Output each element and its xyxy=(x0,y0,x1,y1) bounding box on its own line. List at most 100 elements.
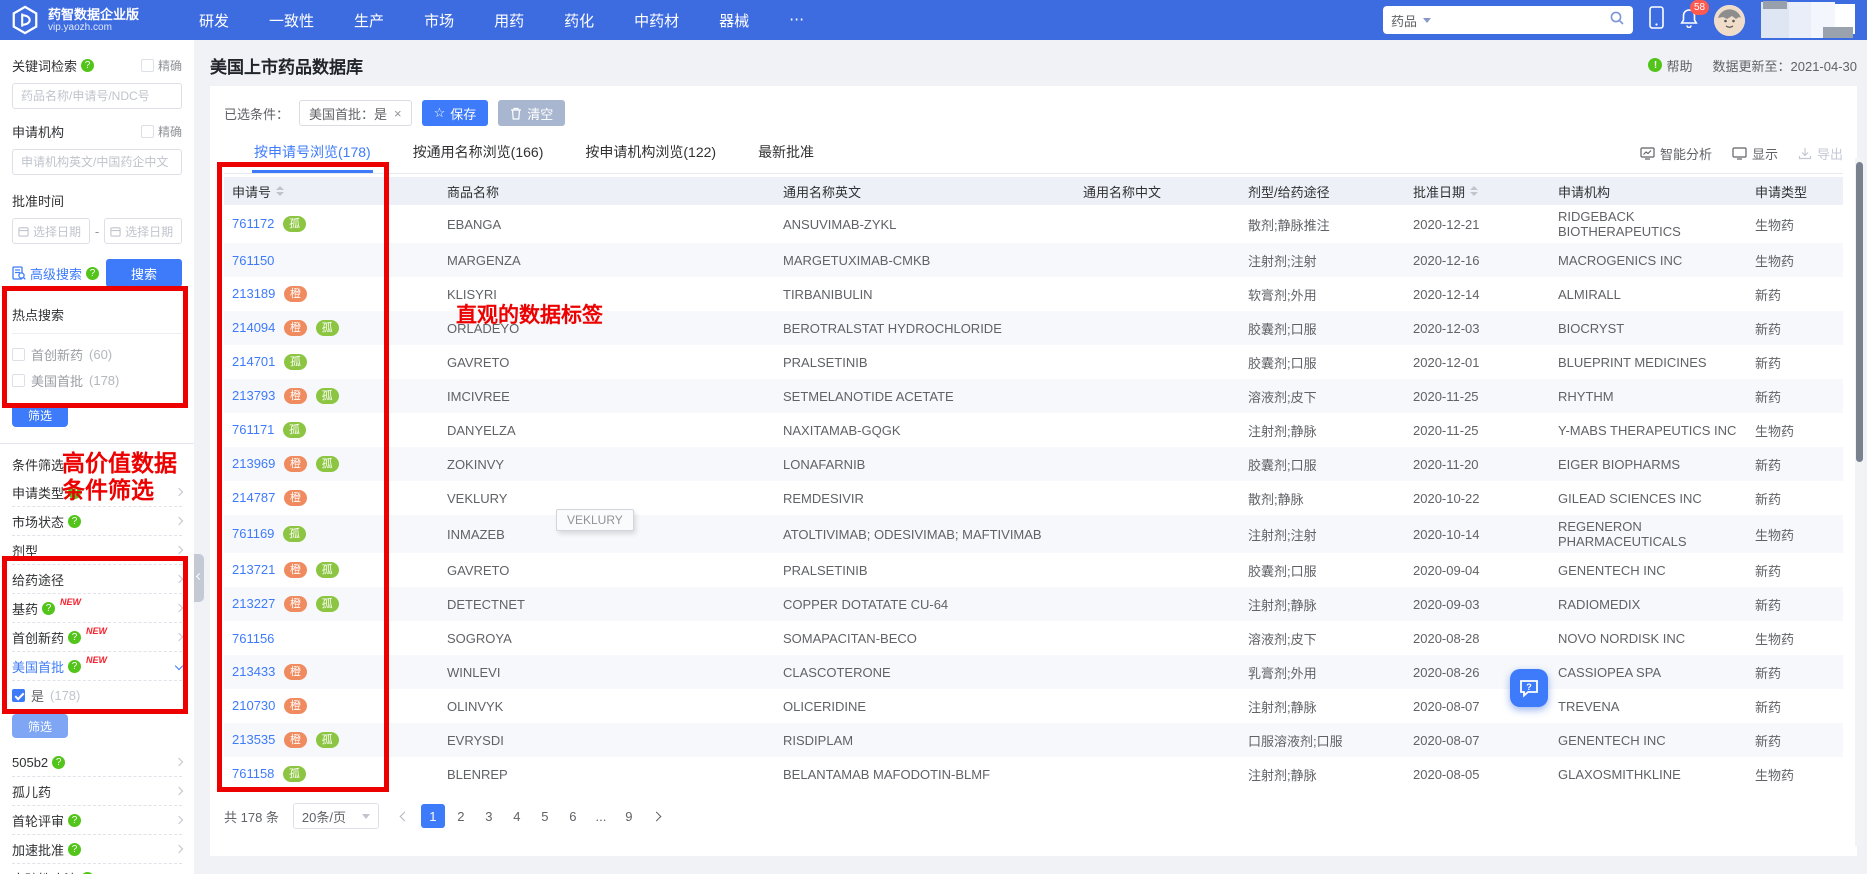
pagination-page[interactable]: 4 xyxy=(505,804,529,828)
nav-menu-item[interactable]: ⋯ xyxy=(789,10,804,31)
nav-menu-item[interactable]: 生产 xyxy=(354,10,384,31)
close-icon[interactable] xyxy=(394,106,402,121)
applicant-search-input[interactable] xyxy=(12,149,182,175)
condition-filter-button[interactable]: 筛选 xyxy=(12,714,68,738)
column-header-application-number[interactable]: 申请号 xyxy=(224,182,439,201)
application-number-link[interactable]: 214094 xyxy=(232,320,275,335)
application-number-link[interactable]: 213189 xyxy=(232,286,275,301)
sidebar-filter-accelerated-approval[interactable]: 加速批准 xyxy=(12,835,184,864)
sidebar-filter-application-type[interactable]: 申请类型 xyxy=(12,478,184,507)
generic-name-cn-cell xyxy=(1075,668,1240,676)
sidebar-filter-breakthrough-therapy[interactable]: 突破性疗法 xyxy=(12,864,184,874)
search-icon[interactable] xyxy=(1609,10,1625,31)
sidebar-filter-orphan-drug[interactable]: 孤儿药 xyxy=(12,777,184,806)
application-number-link[interactable]: 213535 xyxy=(232,732,275,747)
user-avatar[interactable] xyxy=(1714,4,1745,36)
pagination-page-current[interactable]: 1 xyxy=(420,804,445,828)
applicant-exact-checkbox[interactable]: 精确 xyxy=(140,123,182,140)
application-number-link[interactable]: 761169 xyxy=(232,526,274,541)
tab-by-application-number[interactable]: 按申请号浏览(178) xyxy=(252,142,373,173)
search-category-select[interactable]: 药品 xyxy=(1391,11,1432,30)
hot-filter-button[interactable]: 筛选 xyxy=(12,403,68,427)
application-number-link[interactable]: 213969 xyxy=(232,456,275,471)
pagination-page[interactable]: 5 xyxy=(533,804,557,828)
sidebar-filter-market-status[interactable]: 市场状态 xyxy=(12,507,184,536)
customer-service-button[interactable]: ? xyxy=(1510,669,1548,707)
column-header-approval-date[interactable]: 批准日期 xyxy=(1405,182,1550,201)
keyword-search-input[interactable] xyxy=(12,83,182,109)
nav-menu-item[interactable]: 市场 xyxy=(424,10,454,31)
brand-logo[interactable]: 药智数据企业版 vip.yaozh.com xyxy=(10,5,139,35)
application-number-link[interactable]: 761171 xyxy=(232,422,274,437)
pagination-page[interactable]: 2 xyxy=(449,804,473,828)
advanced-search-link[interactable]: 高级搜索 xyxy=(12,264,82,283)
sidebar-filter-505b2[interactable]: 505b2 xyxy=(12,748,184,777)
selected-condition-tag[interactable]: 美国首批：是 xyxy=(299,100,412,126)
calendar-icon xyxy=(110,226,121,237)
sidebar-collapse-handle[interactable] xyxy=(194,554,204,602)
previous-page-button[interactable] xyxy=(393,804,417,828)
vertical-scrollbar-thumb[interactable] xyxy=(1856,162,1863,462)
notification-count-badge: 58 xyxy=(1690,0,1709,15)
sidebar-filter-first-review[interactable]: 首轮评审 xyxy=(12,806,184,835)
us-first-yes-option[interactable]: 是 (178) xyxy=(12,681,182,710)
application-number-link[interactable]: 213433 xyxy=(232,664,275,679)
application-number-link[interactable]: 213227 xyxy=(232,596,275,611)
nav-menu-item[interactable]: 研发 xyxy=(199,10,229,31)
date-picker-end[interactable]: 选择日期 xyxy=(104,218,182,244)
hot-option-us-first[interactable]: 美国首批 (178) xyxy=(12,371,182,390)
sidebar-filter-dosage-form[interactable]: 剂型 xyxy=(12,536,184,565)
keyword-exact-checkbox[interactable]: 精确 xyxy=(140,57,182,74)
pagination-page[interactable]: 9 xyxy=(617,804,641,828)
application-number-link[interactable]: 210730 xyxy=(232,698,275,713)
application-number-link[interactable]: 213721 xyxy=(232,562,275,577)
nav-menu-item[interactable]: 一致性 xyxy=(269,10,314,31)
search-button[interactable]: 搜索 xyxy=(106,259,182,287)
sidebar-filter-us-first-approval[interactable]: 美国首批 NEW xyxy=(12,652,184,681)
sort-icon[interactable] xyxy=(1470,186,1479,196)
application-type-cell: 新药 xyxy=(1755,699,1782,715)
sidebar-filter-essential-drug[interactable]: 基药 NEW xyxy=(12,594,184,623)
tab-by-generic-name[interactable]: 按通用名称浏览(166) xyxy=(411,142,546,173)
application-number-link[interactable]: 214787 xyxy=(232,490,275,505)
generic-name-cn-cell xyxy=(1075,358,1240,366)
help-link[interactable]: 帮助 xyxy=(1648,56,1693,75)
sort-icon[interactable] xyxy=(276,186,285,196)
clear-button[interactable]: 清空 xyxy=(498,100,566,126)
date-picker-start[interactable]: 选择日期 xyxy=(12,218,90,244)
application-number-link[interactable]: 761172 xyxy=(232,216,274,231)
tab-by-applicant[interactable]: 按申请机构浏览(122) xyxy=(583,142,718,173)
vertical-scrollbar-track[interactable] xyxy=(1855,158,1864,846)
nav-menu-item[interactable]: 器械 xyxy=(719,10,749,31)
mobile-app-icon[interactable] xyxy=(1649,6,1664,34)
trade-name-cell: SOGROYA xyxy=(447,630,512,646)
application-number-link[interactable]: 761158 xyxy=(232,766,274,781)
save-button[interactable]: 保存 xyxy=(421,100,489,126)
nav-menu-item[interactable]: 药化 xyxy=(564,10,594,31)
application-number-link[interactable]: 761156 xyxy=(232,631,274,646)
generic-name-en-cell: LONAFARNIB xyxy=(783,456,866,472)
global-search-box: 药品 xyxy=(1383,6,1633,34)
pagination-page[interactable]: ... xyxy=(589,804,613,828)
pagination-page[interactable]: 3 xyxy=(477,804,501,828)
page-size-select[interactable]: 20条/页 xyxy=(292,803,379,829)
help-icon[interactable] xyxy=(86,266,100,280)
sidebar-filter-route[interactable]: 给药途径 xyxy=(12,565,184,594)
application-number-link[interactable]: 213793 xyxy=(232,388,275,403)
application-type-cell: 新药 xyxy=(1755,563,1782,579)
pagination-page[interactable]: 6 xyxy=(561,804,585,828)
application-number-link[interactable]: 761150 xyxy=(232,253,274,268)
export-button[interactable]: 导出 xyxy=(1798,144,1843,163)
global-search-input[interactable] xyxy=(1437,12,1603,28)
hot-option-first-in-class[interactable]: 首创新药 (60) xyxy=(12,345,182,364)
notification-bell[interactable]: 58 xyxy=(1680,0,1709,33)
help-icon[interactable] xyxy=(81,59,95,72)
sidebar-filter-first-in-class[interactable]: 首创新药 NEW xyxy=(12,623,184,652)
display-settings-button[interactable]: 显示 xyxy=(1732,144,1778,163)
smart-analysis-button[interactable]: 智能分析 xyxy=(1640,144,1712,163)
nav-menu-item[interactable]: 用药 xyxy=(494,10,524,31)
application-number-link[interactable]: 214701 xyxy=(232,354,275,369)
nav-menu-item[interactable]: 中药材 xyxy=(634,10,679,31)
tab-latest-approvals[interactable]: 最新批准 xyxy=(756,142,816,173)
next-page-button[interactable] xyxy=(645,804,669,828)
